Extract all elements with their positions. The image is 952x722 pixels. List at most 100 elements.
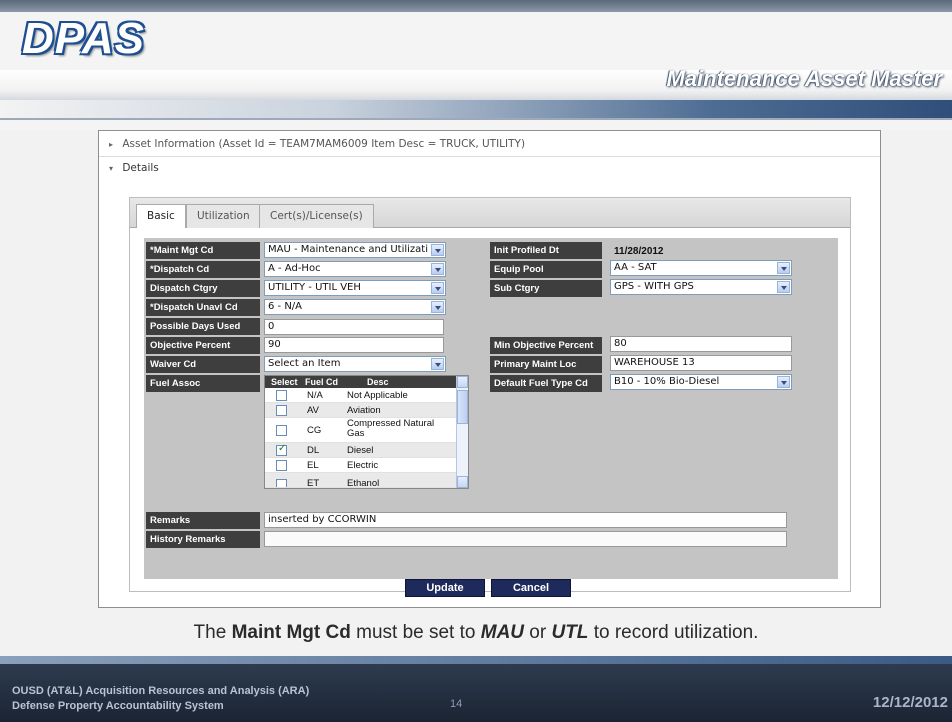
basic-form: *Maint Mgt Cd MAU - Maintenance and Util…	[144, 238, 838, 579]
footer-band	[0, 656, 952, 664]
banner-band	[0, 100, 952, 118]
default-fuel-type-cd-select[interactable]: B10 - 10% Bio-Diesel	[610, 374, 792, 390]
dispatch-ctgry-value: UTILITY - UTIL VEH	[268, 282, 361, 293]
fuel-code: EL	[307, 460, 319, 471]
dropdown-arrow-icon	[431, 301, 444, 313]
details-section[interactable]: ▾ Details	[99, 157, 880, 179]
footer-org: OUSD (AT&L) Acquisition Resources and An…	[12, 684, 309, 714]
fuel-checkbox[interactable]	[276, 405, 287, 416]
tab-container: Basic Utilization Cert(s)/License(s) *Ma…	[129, 197, 851, 592]
fuel-checkbox[interactable]	[276, 425, 287, 436]
slide-footer: OUSD (AT&L) Acquisition Resources and An…	[0, 664, 952, 722]
fuel-grid-scrollbar[interactable]	[456, 376, 468, 488]
possible-days-used-input[interactable]: 0	[264, 319, 444, 335]
sub-ctgry-label: Sub Ctgry	[490, 280, 602, 297]
dpas-logo: DPAS	[22, 14, 145, 63]
maint-mgt-cd-label: *Maint Mgt Cd	[146, 242, 260, 259]
dropdown-arrow-icon	[777, 262, 790, 274]
possible-days-used-label: Possible Days Used	[146, 318, 260, 335]
dispatch-cd-select[interactable]: A - Ad-Hoc	[264, 261, 446, 277]
footer-line-1: OUSD (AT&L) Acquisition Resources and An…	[12, 685, 310, 697]
objective-percent-input[interactable]: 90	[264, 337, 444, 353]
waiver-cd-select[interactable]: Select an Item	[264, 356, 446, 372]
fuel-row: AV Aviation	[265, 403, 468, 418]
objective-percent-label: Objective Percent	[146, 337, 260, 354]
fuel-desc: Compressed Natural Gas	[347, 418, 435, 439]
equip-pool-label: Equip Pool	[490, 261, 602, 278]
tab-basic[interactable]: Basic	[136, 204, 186, 230]
scroll-down-icon[interactable]	[457, 476, 468, 488]
min-objective-percent-input[interactable]: 80	[610, 336, 792, 352]
slide-date: 12/12/2012	[872, 694, 948, 711]
history-remarks-input[interactable]	[264, 531, 787, 547]
fuel-desc: Electric	[347, 460, 379, 471]
cancel-button[interactable]: Cancel	[491, 579, 571, 597]
details-label: Details	[122, 162, 159, 174]
update-button[interactable]: Update	[405, 579, 485, 597]
fuel-checkbox[interactable]	[276, 390, 287, 401]
fuel-desc: Aviation	[347, 405, 381, 416]
select-column-header: Select	[271, 377, 298, 387]
fuel-assoc-label: Fuel Assoc	[146, 375, 260, 392]
dispatch-unavl-cd-value: 6 - N/A	[268, 301, 303, 312]
init-profiled-dt-label: Init Profiled Dt	[490, 242, 602, 259]
tab-utilization[interactable]: Utilization	[186, 204, 261, 229]
asset-information-section[interactable]: ▸ Asset Information (Asset Id = TEAM7MAM…	[99, 131, 880, 157]
equip-pool-value: AA - SAT	[614, 262, 657, 273]
primary-maint-loc-input[interactable]: WAREHOUSE 13	[610, 355, 792, 371]
equip-pool-select[interactable]: AA - SAT	[610, 260, 792, 276]
maint-mgt-cd-value: MAU - Maintenance and Utilizati	[268, 244, 428, 255]
fuel-row: DL Diesel	[265, 443, 468, 458]
scroll-thumb[interactable]	[457, 390, 468, 424]
fuel-row: N/A Not Applicable	[265, 388, 468, 403]
slide-caption: The Maint Mgt Cd must be set to MAU or U…	[0, 622, 952, 644]
primary-maint-loc-label: Primary Maint Loc	[490, 356, 602, 373]
dispatch-cd-value: A - Ad-Hoc	[268, 263, 321, 274]
fuel-checkbox[interactable]	[276, 479, 287, 487]
dropdown-arrow-icon	[431, 263, 444, 275]
fuel-grid-header: Select Fuel Cd Desc	[265, 376, 468, 388]
sub-ctgry-select[interactable]: GPS - WITH GPS	[610, 279, 792, 295]
fuel-checkbox-checked[interactable]	[276, 443, 287, 456]
fuel-row: ET Ethanol	[265, 473, 468, 488]
waiver-cd-label: Waiver Cd	[146, 356, 260, 373]
page-number: 14	[450, 698, 463, 710]
dispatch-unavl-cd-label: *Dispatch Unavl Cd	[146, 299, 260, 316]
chevron-right-icon: ▸	[109, 140, 114, 149]
sub-ctgry-value: GPS - WITH GPS	[614, 281, 694, 292]
fuel-desc: Ethanol	[347, 478, 380, 488]
dispatch-unavl-cd-select[interactable]: 6 - N/A	[264, 299, 446, 315]
tab-certs-licenses[interactable]: Cert(s)/License(s)	[259, 204, 374, 229]
default-fuel-type-cd-label: Default Fuel Type Cd	[490, 375, 602, 392]
fuel-desc: Not Applicable	[347, 390, 408, 401]
dropdown-arrow-icon	[431, 244, 444, 256]
tab-bar: Basic Utilization Cert(s)/License(s)	[130, 198, 850, 230]
fuel-cd-column-header: Fuel Cd	[305, 377, 338, 387]
history-remarks-label: History Remarks	[146, 531, 260, 548]
fuel-checkbox[interactable]	[276, 460, 287, 471]
footer-line-2: Defense Property Accountability System	[12, 700, 224, 712]
caption-text: The	[193, 622, 232, 643]
remarks-input[interactable]: inserted by CCORWIN	[264, 512, 787, 528]
dropdown-arrow-icon	[431, 282, 444, 294]
asset-information-label: Asset Information (Asset Id = TEAM7MAM60…	[122, 138, 526, 150]
min-objective-percent-label: Min Objective Percent	[490, 337, 602, 354]
dispatch-ctgry-label: Dispatch Ctgry	[146, 280, 260, 297]
fuel-row: EL Electric	[265, 458, 468, 473]
waiver-cd-value: Select an Item	[268, 358, 341, 369]
chevron-down-icon: ▾	[109, 164, 114, 173]
dropdown-arrow-icon	[777, 376, 790, 388]
caption-bold: Maint Mgt Cd	[231, 622, 351, 643]
remarks-label: Remarks	[146, 512, 260, 529]
dropdown-arrow-icon	[777, 281, 790, 293]
dispatch-ctgry-select[interactable]: UTILITY - UTIL VEH	[264, 280, 446, 296]
tab-content-basic: *Maint Mgt Cd MAU - Maintenance and Util…	[130, 228, 850, 591]
scroll-up-icon[interactable]	[457, 376, 468, 388]
dispatch-cd-label: *Dispatch Cd	[146, 261, 260, 278]
caption-text: or	[524, 622, 552, 643]
maint-mgt-cd-select[interactable]: MAU - Maintenance and Utilizati	[264, 242, 446, 258]
caption-emphasis: UTL	[551, 622, 589, 643]
slide-title: Maintenance Asset Master	[666, 66, 942, 91]
fuel-code: AV	[307, 405, 319, 416]
dropdown-arrow-icon	[431, 358, 444, 370]
